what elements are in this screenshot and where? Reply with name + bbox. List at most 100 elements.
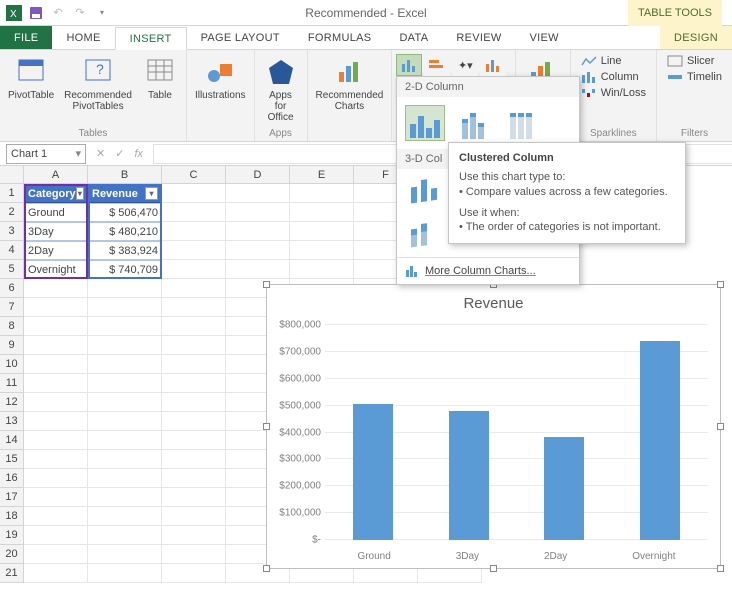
cell[interactable] (24, 374, 88, 393)
cell[interactable] (88, 279, 162, 298)
chart-title[interactable]: Revenue (267, 285, 720, 318)
tab-file[interactable]: FILE (0, 26, 52, 49)
row-header[interactable]: 1 (0, 184, 24, 203)
column-header[interactable]: A (24, 166, 88, 184)
cell[interactable] (24, 545, 88, 564)
cell[interactable] (226, 203, 290, 222)
undo-icon[interactable]: ↶ (50, 5, 66, 21)
cell[interactable] (162, 393, 226, 412)
tab-data[interactable]: DATA (385, 26, 442, 49)
table-cell[interactable]: Ground (24, 203, 88, 222)
cell[interactable] (226, 241, 290, 260)
cell[interactable] (226, 260, 290, 279)
cell[interactable] (88, 393, 162, 412)
row-header[interactable]: 10 (0, 355, 24, 374)
row-header[interactable]: 3 (0, 222, 24, 241)
cell[interactable] (290, 260, 354, 279)
cell[interactable] (88, 545, 162, 564)
cell[interactable] (24, 507, 88, 526)
tab-pagelayout[interactable]: PAGE LAYOUT (187, 26, 294, 49)
cell[interactable] (290, 184, 354, 203)
resize-handle[interactable] (490, 565, 497, 572)
combo-chart-dropdown[interactable] (480, 54, 506, 76)
cell[interactable] (24, 298, 88, 317)
cell[interactable] (24, 488, 88, 507)
embedded-chart[interactable]: Revenue $-$100,000$200,000$300,000$400,0… (266, 284, 721, 569)
tab-view[interactable]: VIEW (516, 26, 573, 49)
illustrations-button[interactable]: Illustrations (193, 54, 248, 103)
cell[interactable] (162, 450, 226, 469)
column-header[interactable]: B (88, 166, 162, 184)
table-button[interactable]: Table (140, 54, 180, 103)
tab-formulas[interactable]: FORMULAS (294, 26, 386, 49)
cell[interactable] (88, 336, 162, 355)
column-header[interactable]: D (226, 166, 290, 184)
cell[interactable] (162, 545, 226, 564)
sparkline-column-button[interactable]: Column (577, 70, 650, 84)
cell[interactable] (88, 507, 162, 526)
resize-handle[interactable] (717, 281, 724, 288)
cell[interactable] (162, 355, 226, 374)
cell[interactable] (162, 564, 226, 583)
cell[interactable] (88, 374, 162, 393)
cell[interactable] (162, 336, 226, 355)
cell[interactable] (88, 298, 162, 317)
cell[interactable] (226, 184, 290, 203)
recommended-pivottables-button[interactable]: ? Recommended PivotTables (62, 54, 134, 114)
timeline-button[interactable]: Timelin (663, 70, 726, 84)
row-header[interactable]: 18 (0, 507, 24, 526)
clustered-column-thumb[interactable] (405, 105, 445, 141)
resize-handle[interactable] (263, 423, 270, 430)
cell[interactable] (24, 317, 88, 336)
plot-area[interactable]: $-$100,000$200,000$300,000$400,000$500,0… (325, 325, 708, 540)
sparkline-line-button[interactable]: Line (577, 54, 650, 68)
fx-icon[interactable]: fx (134, 148, 143, 160)
table-cell[interactable]: $ 506,470 (88, 203, 162, 222)
more-column-charts-button[interactable]: More Column Charts... (397, 257, 579, 284)
cell[interactable] (24, 526, 88, 545)
qat-dropdown-icon[interactable]: ▾ (94, 5, 110, 21)
cell[interactable] (162, 412, 226, 431)
resize-handle[interactable] (263, 281, 270, 288)
cell[interactable] (162, 431, 226, 450)
table-header-cell[interactable]: Category▾ (24, 184, 88, 203)
table-cell[interactable]: $ 383,924 (88, 241, 162, 260)
cell[interactable] (24, 336, 88, 355)
cell[interactable] (226, 222, 290, 241)
chart-bar[interactable] (353, 404, 393, 540)
cell[interactable] (290, 241, 354, 260)
resize-handle[interactable] (717, 423, 724, 430)
recommended-charts-button[interactable]: Recommended Charts (314, 54, 386, 114)
table-cell[interactable]: $ 480,210 (88, 222, 162, 241)
row-header[interactable]: 17 (0, 488, 24, 507)
cell[interactable] (24, 279, 88, 298)
redo-icon[interactable]: ↷ (72, 5, 88, 21)
cell[interactable] (24, 564, 88, 583)
cell[interactable] (290, 222, 354, 241)
cell[interactable] (88, 488, 162, 507)
cell[interactable] (162, 184, 226, 203)
cell[interactable] (162, 260, 226, 279)
row-header[interactable]: 5 (0, 260, 24, 279)
3d-stacked-column-thumb[interactable] (405, 217, 445, 253)
row-header[interactable]: 16 (0, 469, 24, 488)
row-header[interactable]: 6 (0, 279, 24, 298)
sparkline-winloss-button[interactable]: Win/Loss (577, 86, 650, 100)
cell[interactable] (162, 526, 226, 545)
table-cell[interactable]: 3Day (24, 222, 88, 241)
row-header[interactable]: 12 (0, 393, 24, 412)
row-header[interactable]: 20 (0, 545, 24, 564)
cell[interactable] (162, 374, 226, 393)
cell[interactable] (24, 393, 88, 412)
enter-formula-icon[interactable]: ✓ (115, 147, 124, 160)
row-header[interactable]: 7 (0, 298, 24, 317)
pivottable-button[interactable]: PivotTable (6, 54, 56, 103)
bar-chart-dropdown[interactable] (424, 54, 450, 76)
row-header[interactable]: 15 (0, 450, 24, 469)
stacked-column-thumb[interactable] (453, 105, 493, 141)
cell[interactable] (162, 222, 226, 241)
cell[interactable] (162, 488, 226, 507)
row-header[interactable]: 8 (0, 317, 24, 336)
cell[interactable] (24, 450, 88, 469)
cell[interactable] (24, 469, 88, 488)
